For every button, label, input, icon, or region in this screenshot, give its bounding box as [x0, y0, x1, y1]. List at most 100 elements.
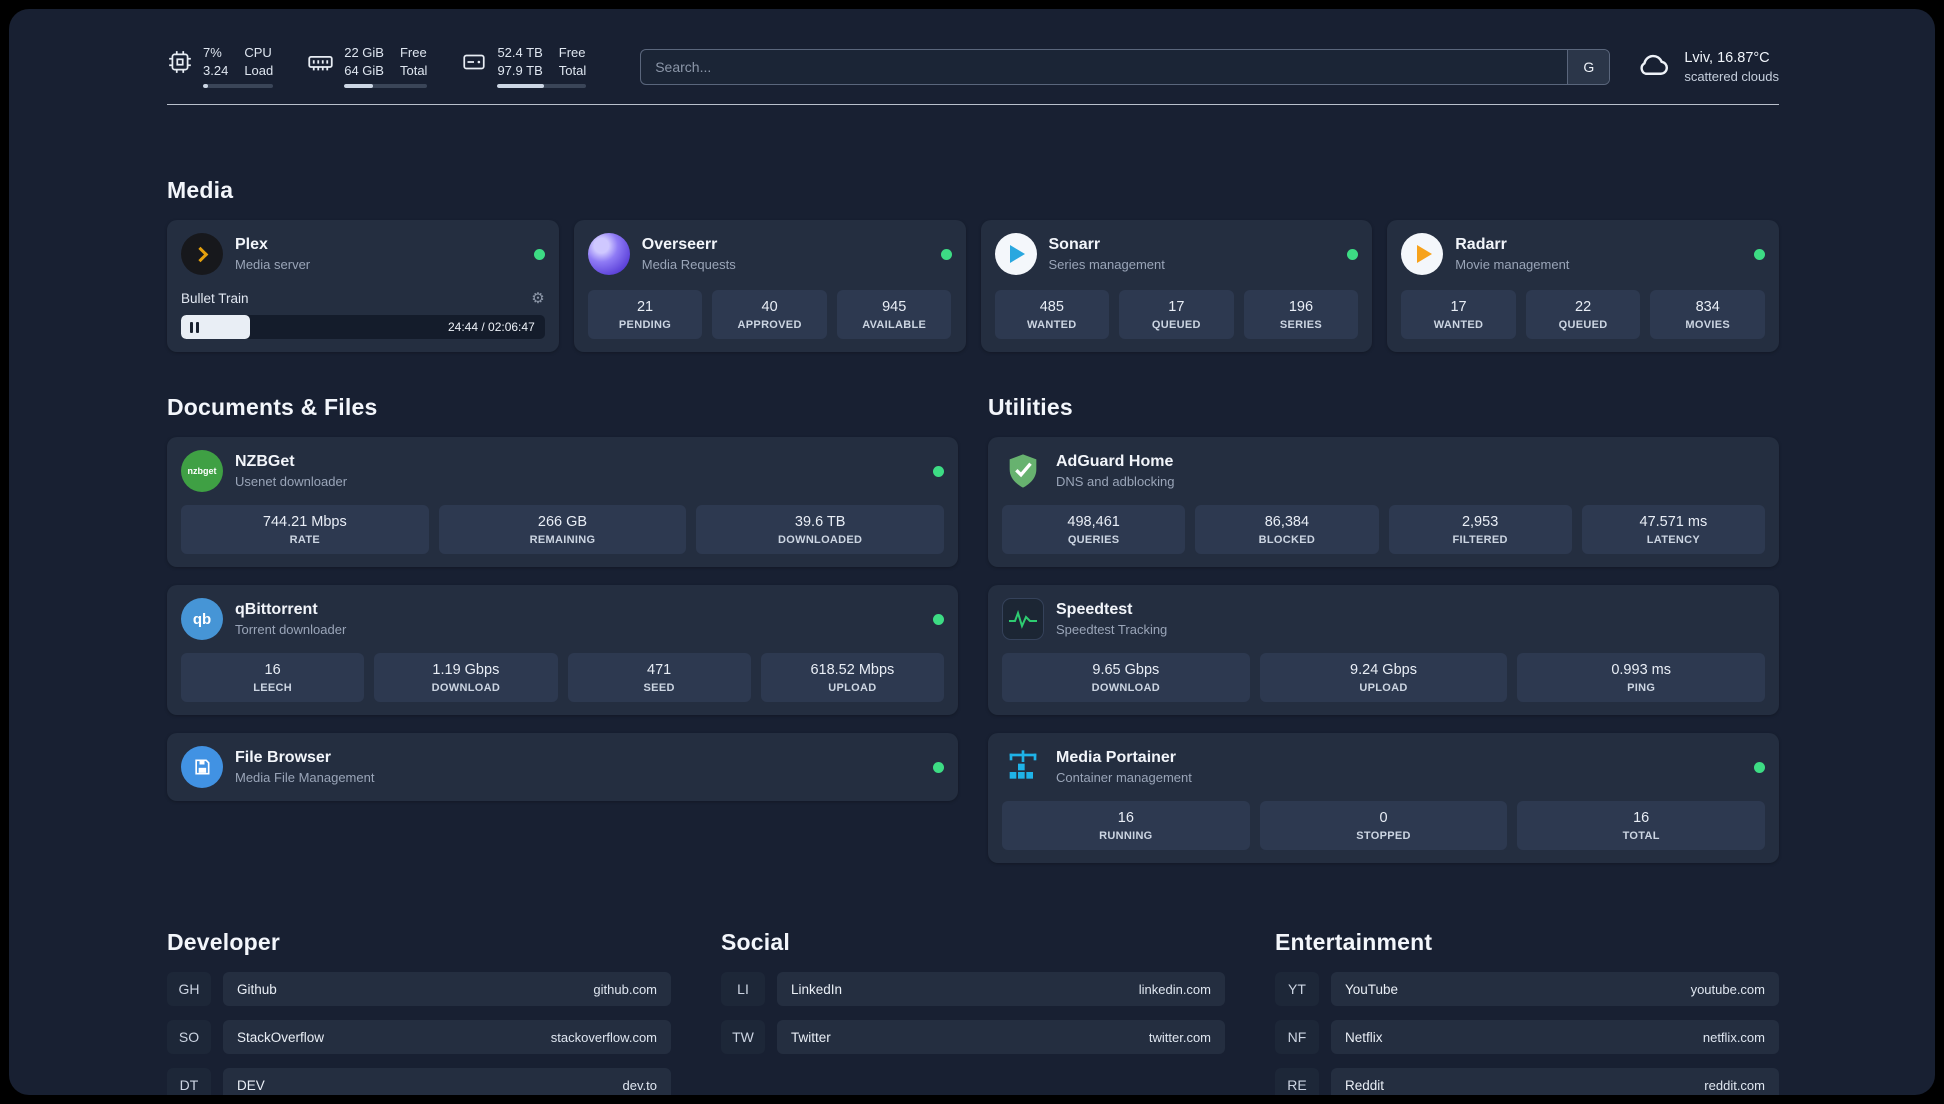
stat-value: 86,384	[1264, 514, 1310, 530]
gear-icon[interactable]: ⚙	[531, 289, 544, 307]
app-subtitle: Speedtest Tracking	[1056, 622, 1168, 637]
stat-tile: 618.52 Mbps UPLOAD	[760, 653, 944, 702]
app-card-plex[interactable]: Plex Media server Bullet Train ⚙ 24:44 /…	[167, 220, 559, 352]
stat-label: DOWNLOAD	[1091, 682, 1161, 694]
app-card-filebrowser[interactable]: File Browser Media File Management	[167, 733, 958, 801]
stat-label: REMAINING	[529, 534, 596, 546]
app-card-adguard[interactable]: AdGuard Home DNS and adblocking 498,461 …	[988, 437, 1779, 567]
ram-progress-bar	[344, 84, 428, 88]
stat-label: UPLOAD	[1359, 682, 1408, 694]
stat-value: 945	[882, 299, 907, 315]
utilities-column: Utilities AdGuard Home DNS and adblockin…	[988, 394, 1779, 863]
ram-metric: 22 GiB 64 GiB Free Total	[307, 45, 428, 88]
status-dot	[933, 465, 944, 477]
bookmark-url: netflix.com	[1702, 1029, 1765, 1045]
app-name: Speedtest	[1056, 601, 1133, 618]
bookmark-stackoverflow[interactable]: SO StackOverflow stackoverflow.com	[167, 1020, 671, 1054]
stat-value: 16	[1117, 810, 1134, 826]
app-subtitle: Media File Management	[235, 770, 375, 785]
portainer-crane-icon	[1002, 746, 1044, 788]
bookmark-abbr: TW	[721, 1020, 765, 1054]
app-card-portainer[interactable]: Media Portainer Container management 16 …	[988, 733, 1779, 863]
sonarr-icon	[994, 233, 1037, 275]
nzbget-icon: nzbget	[181, 450, 223, 492]
app-subtitle: Media Requests	[641, 257, 736, 272]
stat-tile: 266 GB REMAINING	[438, 505, 687, 554]
search-input[interactable]	[641, 49, 1568, 84]
app-card-speedtest[interactable]: Speedtest Speedtest Tracking 9.65 Gbps D…	[988, 585, 1779, 715]
stat-label: APPROVED	[737, 319, 802, 331]
bookmark-name: Github	[237, 981, 277, 997]
app-subtitle: DNS and adblocking	[1056, 474, 1175, 489]
stat-value: 1.19 Gbps	[432, 662, 500, 678]
cpu-progress-fill	[203, 84, 208, 88]
bookmark-dev[interactable]: DT DEV dev.to	[167, 1068, 671, 1095]
stat-value: 498,461	[1067, 514, 1120, 530]
app-card-radarr[interactable]: Radarr Movie management 17 WANTED 22 QUE…	[1387, 220, 1779, 352]
app-name: Sonarr	[1048, 236, 1101, 253]
bookmark-url: twitter.com	[1148, 1029, 1211, 1045]
top-bar: 7% 3.24 CPU Load 22 GiB 64 GiB Free Tota…	[167, 45, 1779, 88]
stat-tile: 471 SEED	[567, 653, 751, 702]
section-title-entertainment: Entertainment	[1275, 929, 1433, 955]
ram-total-value: 64 GiB	[344, 63, 384, 78]
stat-label: UPLOAD	[828, 682, 877, 694]
bookmark-url: linkedin.com	[1138, 981, 1211, 997]
app-subtitle: Usenet downloader	[235, 474, 348, 489]
stat-value: 40	[761, 299, 778, 315]
bookmark-abbr: GH	[167, 972, 211, 1006]
app-subtitle: Media server	[235, 257, 311, 272]
stat-value: 0.993 ms	[1611, 662, 1671, 678]
disk-free-label: Free	[558, 45, 586, 60]
bookmark-abbr: LI	[721, 972, 765, 1006]
bookmark-youtube[interactable]: YT YouTube youtube.com	[1275, 972, 1779, 1006]
ram-total-label: Total	[399, 63, 428, 78]
bookmark-name: Netflix	[1345, 1029, 1383, 1045]
stat-tile: 22 QUEUED	[1525, 290, 1641, 339]
playback-time: 24:44 / 02:06:47	[448, 320, 535, 334]
stat-tile: 17 WANTED	[1401, 290, 1516, 339]
search-engine-button[interactable]: G	[1567, 49, 1610, 84]
bookmark-reddit[interactable]: RE Reddit reddit.com	[1275, 1068, 1779, 1095]
section-title-developer: Developer	[167, 929, 281, 955]
bookmark-url: github.com	[593, 981, 657, 997]
stat-label: BLOCKED	[1258, 534, 1316, 546]
stat-label: DOWNLOAD	[431, 682, 501, 694]
pause-button[interactable]	[190, 321, 199, 333]
entertainment-column: Entertainment YT YouTube youtube.com NF …	[1275, 929, 1779, 1095]
bookmark-twitter[interactable]: TW Twitter twitter.com	[721, 1020, 1225, 1054]
header-divider	[167, 104, 1779, 105]
stat-tile: 40 APPROVED	[712, 290, 827, 339]
cpu-load-value: 3.24	[203, 63, 229, 78]
stat-label: QUERIES	[1067, 534, 1120, 546]
bookmark-url: stackoverflow.com	[550, 1029, 657, 1045]
stat-label: LATENCY	[1646, 534, 1700, 546]
stat-value: 17	[1450, 299, 1467, 315]
media-progress-bar[interactable]: 24:44 / 02:06:47	[181, 315, 545, 339]
stat-value: 16	[264, 662, 281, 678]
stat-value: 744.21 Mbps	[262, 514, 347, 530]
app-card-qbittorrent[interactable]: qb qBittorrent Torrent downloader 16 LEE…	[167, 585, 958, 715]
stat-label: SERIES	[1279, 319, 1323, 331]
stat-value: 22	[1575, 299, 1592, 315]
weather-condition: scattered clouds	[1684, 68, 1779, 84]
app-subtitle: Movie management	[1455, 257, 1570, 272]
app-card-overseerr[interactable]: Overseerr Media Requests 21 PENDING 40 A…	[573, 220, 966, 352]
stat-label: RATE	[289, 534, 320, 546]
section-title-utilities: Utilities	[988, 394, 1073, 420]
bookmark-linkedin[interactable]: LI LinkedIn linkedin.com	[721, 972, 1225, 1006]
disk-progress-fill	[497, 84, 545, 88]
stat-tile: 196 SERIES	[1243, 290, 1359, 339]
adguard-shield-icon	[1002, 450, 1044, 492]
stat-tile: 834 MOVIES	[1650, 290, 1765, 339]
stat-tile: 744.21 Mbps RATE	[181, 505, 429, 554]
ram-free-label: Free	[399, 45, 427, 60]
bookmark-github[interactable]: GH Github github.com	[167, 972, 671, 1006]
bookmark-netflix[interactable]: NF Netflix netflix.com	[1275, 1020, 1779, 1054]
ram-progress-fill	[344, 84, 373, 88]
stat-label: LEECH	[253, 682, 293, 694]
stat-value: 17	[1168, 299, 1185, 315]
stat-tile: 21 PENDING	[587, 290, 703, 339]
app-card-nzbget[interactable]: nzbget NZBGet Usenet downloader 744.21 M…	[167, 437, 958, 567]
app-card-sonarr[interactable]: Sonarr Series management 485 WANTED 17 Q…	[980, 220, 1373, 352]
